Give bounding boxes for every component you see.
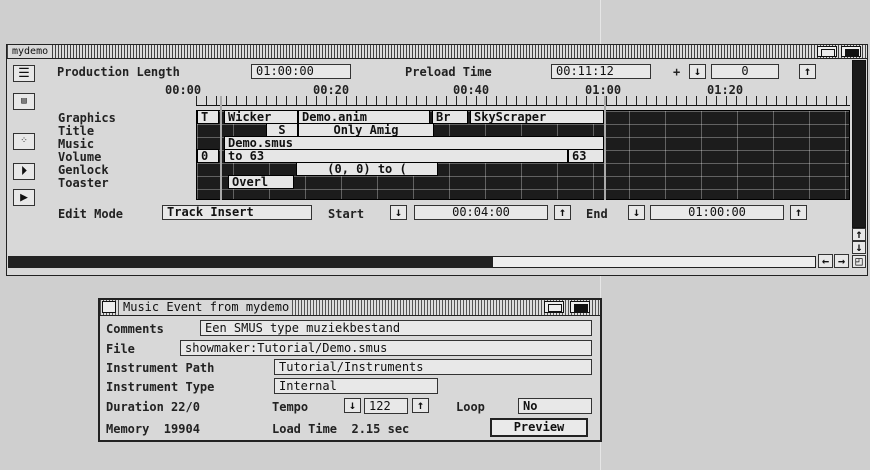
- up-arrow-icon[interactable]: ↑: [799, 64, 816, 79]
- track-label-volume: Volume: [58, 150, 102, 164]
- zoom-gadget-icon[interactable]: [817, 46, 837, 57]
- preload-plus: +: [673, 65, 681, 79]
- frame-field[interactable]: 0: [711, 64, 779, 79]
- track-label-toaster: Toaster: [58, 176, 109, 190]
- track-label-genlock: Genlock: [58, 163, 109, 177]
- window-title: mydemo: [10, 45, 51, 58]
- vertical-scrollbar[interactable]: [852, 60, 866, 228]
- window-titlebar[interactable]: mydemo: [7, 45, 867, 59]
- play-icon[interactable]: ▶: [13, 189, 35, 206]
- instrument-path-field[interactable]: Tutorial/Instruments: [274, 359, 592, 375]
- instrument-path-label: Instrument Path: [106, 361, 215, 375]
- tick-label: 01:20: [707, 83, 744, 97]
- up-arrow-icon[interactable]: ↑: [412, 398, 429, 413]
- track-label-title: Title: [58, 124, 95, 138]
- music-event-dialog: Music Event from mydemo Comments Een SMU…: [98, 298, 602, 442]
- grid-view-icon[interactable]: ⁘: [13, 133, 35, 150]
- event-graphics-br[interactable]: Br: [432, 110, 468, 124]
- down-arrow-icon[interactable]: ↓: [852, 241, 866, 254]
- tempo-label: Tempo: [272, 400, 309, 414]
- list-view-icon[interactable]: ▤: [13, 93, 35, 110]
- resize-gadget-icon[interactable]: ◰: [852, 255, 866, 268]
- event-graphics-wicker[interactable]: Wicker: [224, 110, 298, 124]
- tick-label: 00:40: [453, 83, 490, 97]
- file-label: File: [106, 342, 135, 356]
- edit-mode-label: Edit Mode: [58, 207, 124, 221]
- edit-mode-field[interactable]: Track Insert: [162, 205, 312, 220]
- up-arrow-icon[interactable]: ↑: [790, 205, 807, 220]
- up-arrow-icon[interactable]: ↑: [554, 205, 571, 220]
- loop-label: Loop: [456, 400, 485, 414]
- menu-lines-icon[interactable]: ☰: [13, 65, 35, 82]
- end-field[interactable]: 01:00:00: [650, 205, 784, 220]
- comments-label: Comments: [106, 322, 164, 336]
- depth-gadget-icon[interactable]: [841, 46, 861, 57]
- tempo-field[interactable]: 122: [364, 398, 408, 414]
- preview-button[interactable]: Preview: [490, 418, 588, 437]
- tick-label: 00:00: [165, 83, 202, 97]
- start-marker[interactable]: [220, 96, 222, 200]
- dialog-titlebar[interactable]: Music Event from mydemo: [100, 300, 600, 316]
- close-gadget-icon[interactable]: [102, 301, 116, 313]
- comments-field[interactable]: Een SMUS type muziekbestand: [200, 320, 592, 336]
- left-arrow-icon[interactable]: ←: [818, 254, 833, 268]
- instrument-type-field[interactable]: Internal: [274, 378, 438, 394]
- preload-time-label: Preload Time: [405, 65, 492, 79]
- event-genlock-range[interactable]: (0, 0) to (: [296, 162, 438, 176]
- track-label-music: Music: [58, 137, 95, 151]
- loop-field[interactable]: No: [518, 398, 592, 414]
- start-label: Start: [328, 207, 365, 221]
- end-marker[interactable]: [604, 96, 606, 200]
- preload-time-field[interactable]: 00:11:12: [551, 64, 651, 79]
- tick-label: 00:20: [313, 83, 350, 97]
- production-length-label: Production Length: [57, 65, 180, 79]
- start-field[interactable]: 00:04:00: [414, 205, 548, 220]
- instrument-type-label: Instrument Type: [106, 380, 215, 394]
- tick-label: 01:00: [585, 83, 622, 97]
- event-title-s[interactable]: S: [266, 123, 298, 137]
- down-arrow-icon[interactable]: ↓: [390, 205, 407, 220]
- event-volume-from[interactable]: 0: [197, 149, 219, 163]
- event-graphics-t[interactable]: T: [197, 110, 219, 124]
- down-arrow-icon[interactable]: ↓: [628, 205, 645, 220]
- down-arrow-icon[interactable]: ↓: [344, 398, 361, 413]
- event-graphics-sky[interactable]: SkyScraper: [470, 110, 604, 124]
- duration-text: Duration 22/0: [106, 400, 200, 414]
- memory-text: Memory 19904: [106, 422, 200, 436]
- horizontal-scroll-thumb[interactable]: [9, 257, 493, 267]
- event-graphics-demo[interactable]: Demo.anim: [298, 110, 430, 124]
- down-arrow-icon[interactable]: ↓: [689, 64, 706, 79]
- event-toaster-overl[interactable]: Overl: [228, 175, 294, 189]
- file-field[interactable]: showmaker:Tutorial/Demo.smus: [180, 340, 592, 356]
- right-arrow-icon[interactable]: →: [834, 254, 849, 268]
- end-label: End: [586, 207, 608, 221]
- event-music-demo[interactable]: Demo.smus: [224, 136, 604, 150]
- dialog-title: Music Event from mydemo: [120, 300, 293, 315]
- zoom-gadget-icon[interactable]: [544, 301, 564, 313]
- track-label-graphics: Graphics: [58, 111, 116, 125]
- step-play-icon[interactable]: ⏵: [13, 163, 35, 180]
- production-length-field[interactable]: 01:00:00: [251, 64, 351, 79]
- event-title-only[interactable]: Only Amig: [298, 123, 434, 137]
- timeline-ruler[interactable]: [196, 96, 850, 106]
- event-volume-end[interactable]: 63: [568, 149, 604, 163]
- event-volume-to[interactable]: to 63: [224, 149, 568, 163]
- horizontal-scrollbar[interactable]: [8, 256, 816, 268]
- load-time-text: Load Time 2.15 sec: [272, 422, 410, 436]
- depth-gadget-icon[interactable]: [570, 301, 590, 313]
